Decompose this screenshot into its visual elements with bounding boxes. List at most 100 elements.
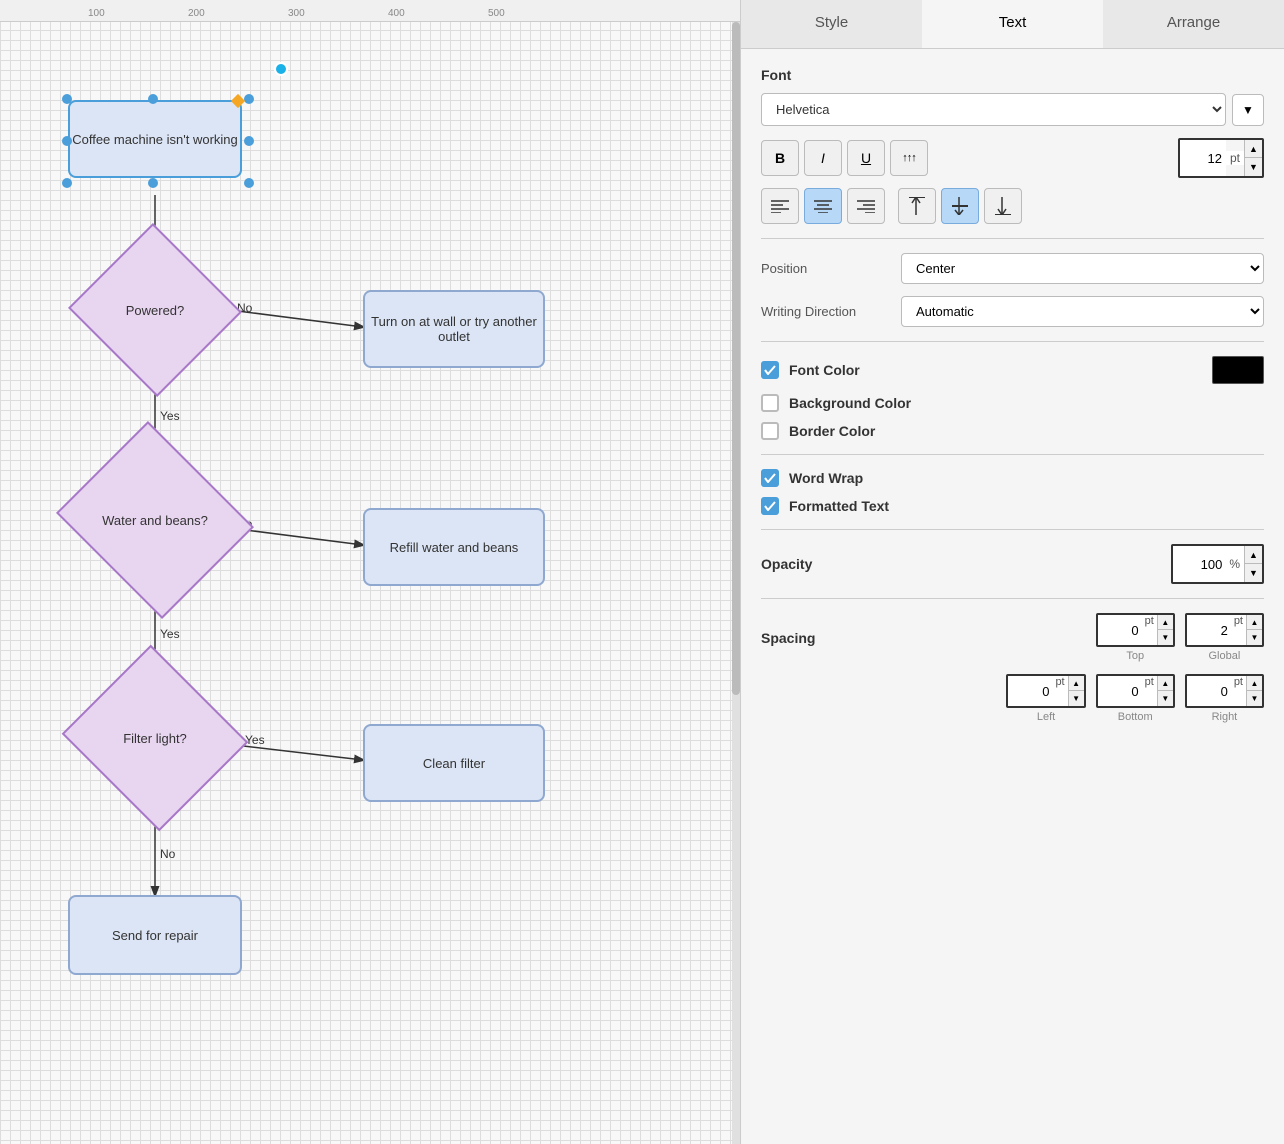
node-refill[interactable]: Refill water and beans bbox=[363, 508, 545, 586]
font-size-input: pt ▲ ▼ bbox=[1178, 138, 1264, 178]
bg-color-label: Background Color bbox=[789, 395, 911, 411]
spacing-top-up[interactable]: ▲ bbox=[1157, 615, 1173, 630]
ruler-tick: 200 bbox=[188, 8, 205, 19]
font-family-select[interactable]: Helvetica Arial Times New Roman bbox=[761, 93, 1226, 126]
word-wrap-label: Word Wrap bbox=[789, 470, 863, 486]
spacing-top-input: pt ▲ ▼ bbox=[1096, 613, 1175, 647]
word-wrap-row: Word Wrap bbox=[761, 469, 1264, 487]
align-left-button[interactable] bbox=[761, 188, 799, 224]
canvas[interactable]: 100 200 300 400 500 No Yes No Yes Yes No bbox=[0, 0, 740, 1144]
handle-mr[interactable] bbox=[244, 136, 254, 146]
font-color-checkbox[interactable] bbox=[761, 361, 779, 379]
superscript-button[interactable]: ↑↑↑ bbox=[890, 140, 928, 176]
handle-tl[interactable] bbox=[62, 94, 72, 104]
bg-color-checkbox[interactable] bbox=[761, 394, 779, 412]
italic-button[interactable]: I bbox=[804, 140, 842, 176]
spacing-bottom-up[interactable]: ▲ bbox=[1157, 676, 1173, 691]
node-clean-filter-label: Clean filter bbox=[423, 756, 485, 771]
spacing-left-down[interactable]: ▼ bbox=[1068, 691, 1084, 706]
spacing-right-input: pt ▲ ▼ bbox=[1185, 674, 1264, 708]
spacing-left-spin: ▲ ▼ bbox=[1068, 676, 1084, 706]
text-align-row bbox=[761, 188, 1264, 224]
handle-br[interactable] bbox=[244, 178, 254, 188]
node-water-beans-label: Water and beans? bbox=[102, 513, 208, 528]
opacity-up[interactable]: ▲ bbox=[1244, 546, 1262, 564]
spacing-left-up[interactable]: ▲ bbox=[1068, 676, 1084, 691]
node-start-label: Coffee machine isn't working bbox=[72, 132, 238, 147]
spacing-global-down[interactable]: ▼ bbox=[1246, 630, 1262, 645]
spacing-bottom-label: Bottom bbox=[1118, 711, 1153, 723]
font-color-swatch[interactable] bbox=[1212, 356, 1264, 384]
tab-arrange[interactable]: Arrange bbox=[1103, 0, 1284, 48]
align-right-button[interactable] bbox=[847, 188, 885, 224]
node-filter-light[interactable]: Filter light? bbox=[86, 675, 224, 801]
node-repair[interactable]: Send for repair bbox=[68, 895, 242, 975]
spacing-global-value[interactable] bbox=[1187, 615, 1231, 645]
spacing-right-down[interactable]: ▼ bbox=[1246, 691, 1262, 706]
spacing-bottom-down[interactable]: ▼ bbox=[1157, 691, 1173, 706]
handle-bl[interactable] bbox=[62, 178, 72, 188]
spacing-right-up[interactable]: ▲ bbox=[1246, 676, 1262, 691]
spacing-bottom-spin: ▲ ▼ bbox=[1157, 676, 1173, 706]
canvas-scroll-thumb[interactable] bbox=[732, 22, 740, 695]
node-powered[interactable]: Powered? bbox=[92, 250, 218, 370]
opacity-down[interactable]: ▼ bbox=[1244, 564, 1262, 582]
spacing-global-label: Global bbox=[1209, 650, 1241, 662]
sep-4 bbox=[761, 529, 1264, 530]
rotate-handle[interactable] bbox=[274, 62, 288, 76]
spacing-top-value[interactable] bbox=[1098, 615, 1142, 645]
valign-middle-button[interactable] bbox=[941, 188, 979, 224]
spacing-right-value[interactable] bbox=[1187, 676, 1231, 706]
spacing-right-field: pt ▲ ▼ Right bbox=[1185, 674, 1264, 723]
formatted-text-label: Formatted Text bbox=[789, 498, 889, 514]
valign-top-button[interactable] bbox=[898, 188, 936, 224]
bold-button[interactable]: B bbox=[761, 140, 799, 176]
spacing-bottom-row: pt ▲ ▼ Left pt ▲ ▼ bbox=[761, 674, 1264, 723]
spacing-right-label: Right bbox=[1212, 711, 1238, 723]
font-dropdown-arrow[interactable]: ▼ bbox=[1232, 94, 1264, 126]
spacing-label: Spacing bbox=[761, 630, 881, 646]
underline-button[interactable]: U bbox=[847, 140, 885, 176]
word-wrap-checkbox[interactable] bbox=[761, 469, 779, 487]
border-color-label: Border Color bbox=[789, 423, 875, 439]
handle-bc[interactable] bbox=[148, 178, 158, 188]
formatted-text-checkbox[interactable] bbox=[761, 497, 779, 515]
spacing-global-spin: ▲ ▼ bbox=[1246, 615, 1262, 645]
handle-tc[interactable] bbox=[148, 94, 158, 104]
font-size-down[interactable]: ▼ bbox=[1244, 158, 1262, 176]
spacing-bottom-value[interactable] bbox=[1098, 676, 1142, 706]
opacity-value[interactable] bbox=[1173, 548, 1225, 580]
border-color-checkbox[interactable] bbox=[761, 422, 779, 440]
opacity-label: Opacity bbox=[761, 556, 881, 572]
formatted-text-row: Formatted Text bbox=[761, 497, 1264, 515]
tab-bar: Style Text Arrange bbox=[741, 0, 1284, 49]
handle-tr[interactable] bbox=[244, 94, 254, 104]
node-start[interactable]: Coffee machine isn't working bbox=[68, 100, 242, 178]
align-center-button[interactable] bbox=[804, 188, 842, 224]
spacing-label-row: Spacing pt ▲ ▼ Top bbox=[761, 613, 1264, 662]
node-clean-filter[interactable]: Clean filter bbox=[363, 724, 545, 802]
font-size-spinners: ▲ ▼ bbox=[1244, 140, 1262, 176]
spacing-left-value[interactable] bbox=[1008, 676, 1052, 706]
position-select[interactable]: Center Left Right bbox=[901, 253, 1264, 284]
writing-direction-select[interactable]: Automatic Left to Right Right to Left bbox=[901, 296, 1264, 327]
canvas-scrollbar[interactable] bbox=[732, 22, 740, 1144]
ruler-tick: 300 bbox=[288, 8, 305, 19]
font-size-up[interactable]: ▲ bbox=[1244, 140, 1262, 158]
node-turn-on[interactable]: Turn on at wall or try another outlet bbox=[363, 290, 545, 368]
node-powered-label: Powered? bbox=[126, 303, 185, 318]
tab-style[interactable]: Style bbox=[741, 0, 922, 48]
valign-bottom-button[interactable] bbox=[984, 188, 1022, 224]
sidebar-content: Font Helvetica Arial Times New Roman ▼ B… bbox=[741, 49, 1284, 1144]
spacing-global-up[interactable]: ▲ bbox=[1246, 615, 1262, 630]
opacity-unit: % bbox=[1225, 557, 1244, 571]
sidebar: Style Text Arrange Font Helvetica Arial … bbox=[740, 0, 1284, 1144]
font-size-value[interactable] bbox=[1180, 140, 1226, 176]
node-water-beans[interactable]: Water and beans? bbox=[80, 455, 230, 585]
svg-text:Yes: Yes bbox=[245, 733, 265, 747]
spacing-top-field: pt ▲ ▼ Top bbox=[1096, 613, 1175, 662]
spacing-top-down[interactable]: ▼ bbox=[1157, 630, 1173, 645]
handle-ml[interactable] bbox=[62, 136, 72, 146]
tab-text[interactable]: Text bbox=[922, 0, 1103, 48]
opacity-spinners: ▲ ▼ bbox=[1244, 546, 1262, 582]
